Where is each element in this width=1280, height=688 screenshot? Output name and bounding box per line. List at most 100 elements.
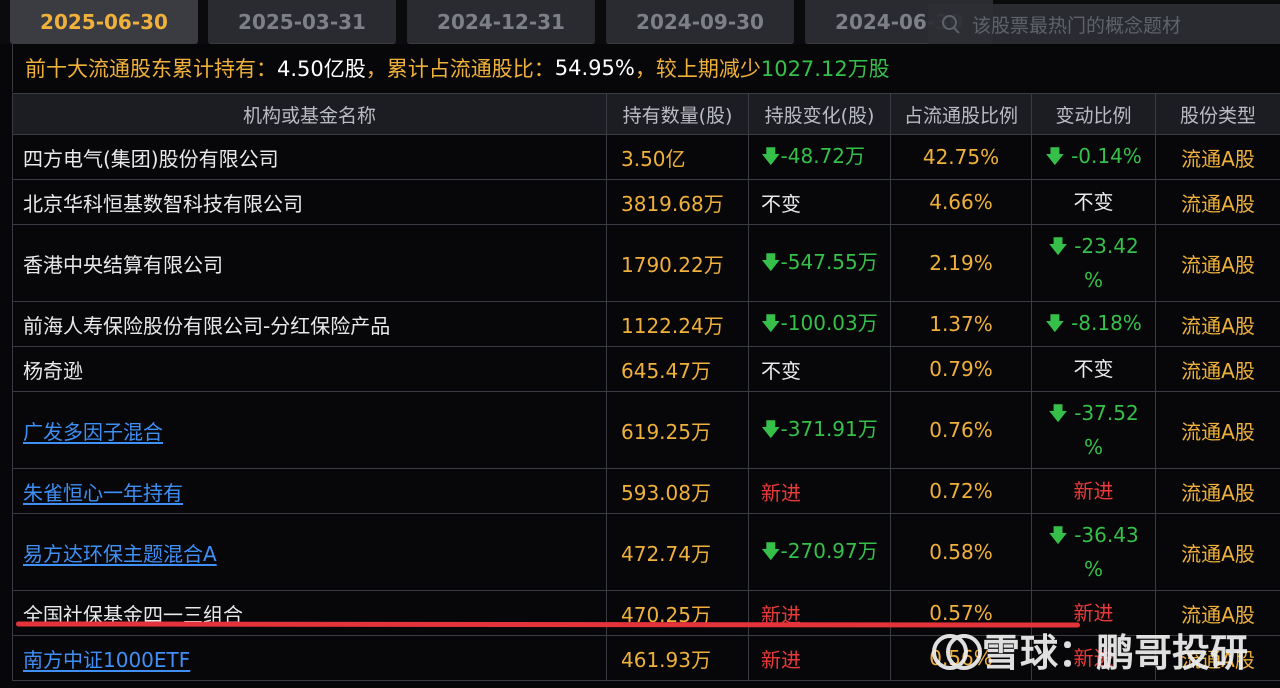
holder-name: 四方电气(集团)股份有限公司 <box>12 134 607 180</box>
holder-change-ratio: 🡇 -37.52% <box>1031 391 1156 469</box>
holder-name: 杨奇逊 <box>12 346 607 392</box>
down-arrow-icon: 🡇 <box>761 312 781 335</box>
holder-change: 🡇-371.91万 <box>748 391 891 469</box>
holder-change: 🡇-547.55万 <box>748 224 891 302</box>
fund-link[interactable]: 广发多因子混合 <box>23 420 163 444</box>
holder-float-pct: 42.75% <box>890 134 1032 180</box>
table-row: 广发多因子混合 619.25万 🡇-371.91万 0.76% 🡇 -37.52… <box>12 391 1280 469</box>
fund-link[interactable]: 朱雀恒心一年持有 <box>23 481 183 505</box>
tab-2024-09-30[interactable]: 2024-09-30 <box>606 0 794 44</box>
holder-shares: 1122.24万 <box>606 301 749 347</box>
change-value: -48.72万 <box>780 143 866 168</box>
summary-total-ratio: 54.95% <box>554 56 635 80</box>
table-row: 四方电气(集团)股份有限公司 3.50亿 🡇-48.72万 42.75% 🡇 -… <box>12 134 1280 180</box>
summary-label-change: ，较上期减少 <box>634 57 761 81</box>
holder-change: 🡇-100.03万 <box>748 301 891 347</box>
table-row: 杨奇逊 645.47万 不变 0.79% 不变 流通A股 <box>12 346 1280 392</box>
holder-shares: 470.25万 <box>606 590 749 636</box>
search-icon <box>942 15 960 33</box>
holder-share-type: 流通A股 <box>1155 391 1280 469</box>
down-arrow-icon: 🡇 <box>1048 524 1068 547</box>
holder-float-pct: 0.79% <box>890 346 1032 392</box>
down-arrow-icon: 🡇 <box>761 540 781 563</box>
holder-share-type: 流通A股 <box>1155 179 1280 225</box>
holder-share-type: 流通A股 <box>1155 468 1280 514</box>
summary-label-total: 前十大流通股东累计持有： <box>25 57 277 81</box>
down-arrow-icon: 🡇 <box>1045 146 1065 168</box>
holder-change: 新进 <box>748 468 891 514</box>
holder-change: 🡇-270.97万 <box>748 513 891 591</box>
holder-name: 易方达环保主题混合A <box>12 513 607 591</box>
down-arrow-icon: 🡇 <box>761 145 781 168</box>
holder-change-ratio: 🡇 -36.43% <box>1031 513 1156 591</box>
holder-shares: 3.50亿 <box>606 134 749 180</box>
concept-search-box[interactable]: 该股票最热门的概念题材 <box>928 4 1280 44</box>
holder-change-ratio: 🡇 -8.18% <box>1031 301 1156 347</box>
ratio-unit: % <box>1083 556 1103 581</box>
holder-name: 南方中证1000ETF <box>12 635 607 681</box>
ratio-value: -36.43 <box>1074 522 1139 547</box>
holder-float-pct: 4.66% <box>890 179 1032 225</box>
fund-link[interactable]: 易方达环保主题混合A <box>23 542 217 566</box>
holder-name: 广发多因子混合 <box>12 391 607 469</box>
holder-shares: 3819.68万 <box>606 179 749 225</box>
holder-float-pct: 0.76% <box>890 391 1032 469</box>
header-change-ratio: 变动比例 <box>1031 93 1156 135</box>
holder-float-pct: 0.58% <box>890 513 1032 591</box>
ratio-unit: % <box>1083 267 1103 292</box>
watermark: 雪球：鹏哥投研 <box>930 622 1248 677</box>
holder-share-type: 流通A股 <box>1155 224 1280 302</box>
table-row: 北京华科恒基数智科技有限公司 3819.68万 不变 4.66% 不变 流通A股 <box>12 179 1280 225</box>
holder-float-pct: 1.37% <box>890 301 1032 347</box>
search-placeholder: 该股票最热门的概念题材 <box>972 14 1182 37</box>
holder-name: 前海人寿保险股份有限公司-分红保险产品 <box>12 301 607 347</box>
ratio-value: -23.42 <box>1074 233 1139 258</box>
tab-2025-06-30[interactable]: 2025-06-30 <box>10 0 198 44</box>
summary-change-shares: 1027.12万股 <box>760 57 890 81</box>
table-row: 易方达环保主题混合A 472.74万 🡇-270.97万 0.58% 🡇 -36… <box>12 513 1280 591</box>
tab-2024-12-31[interactable]: 2024-12-31 <box>407 0 595 44</box>
holder-shares: 619.25万 <box>606 391 749 469</box>
summary-total-shares: 4.50亿股 <box>277 57 366 81</box>
down-arrow-icon: 🡇 <box>761 251 781 274</box>
header-share-change: 持股变化(股) <box>748 93 891 135</box>
holder-shares: 472.74万 <box>606 513 749 591</box>
change-value: -371.91万 <box>780 416 878 441</box>
holder-change: 新进 <box>748 590 891 636</box>
change-value: -270.97万 <box>780 538 878 563</box>
ratio-value: -8.18% <box>1071 311 1142 335</box>
holder-change-ratio: 🡇 -23.42% <box>1031 224 1156 302</box>
holders-summary: 前十大流通股东累计持有： 4.50亿股 ，累计占流通股比： 54.95% ，较上… <box>12 44 1280 92</box>
holder-change-ratio: 新进 <box>1031 468 1156 514</box>
holder-name: 全国社保基金四一三组合 <box>12 590 607 636</box>
change-value: -547.55万 <box>780 249 878 274</box>
change-value: -100.03万 <box>780 310 878 335</box>
header-float-ratio: 占流通股比例 <box>890 93 1032 135</box>
holder-change: 不变 <box>748 179 891 225</box>
down-arrow-icon: 🡇 <box>1045 313 1065 335</box>
holder-shares: 461.93万 <box>606 635 749 681</box>
xueqiu-logo-icon <box>930 628 982 672</box>
ratio-value: -37.52 <box>1074 400 1139 425</box>
top-holders-table: 机构或基金名称 持有数量(股) 持股变化(股) 占流通股比例 变动比例 股份类型… <box>12 93 1280 681</box>
holder-shares: 593.08万 <box>606 468 749 514</box>
header-holder-name: 机构或基金名称 <box>12 93 607 135</box>
table-header-row: 机构或基金名称 持有数量(股) 持股变化(股) 占流通股比例 变动比例 股份类型 <box>12 93 1280 135</box>
table-row: 前海人寿保险股份有限公司-分红保险产品 1122.24万 🡇-100.03万 1… <box>12 301 1280 347</box>
fund-link[interactable]: 南方中证1000ETF <box>23 648 190 672</box>
down-arrow-icon: 🡇 <box>1048 402 1068 425</box>
header-share-type: 股份类型 <box>1155 93 1280 135</box>
down-arrow-icon: 🡇 <box>1048 235 1068 258</box>
watermark-text: 雪球：鹏哥投研 <box>982 631 1249 675</box>
holder-name: 北京华科恒基数智科技有限公司 <box>12 179 607 225</box>
holder-name: 香港中央结算有限公司 <box>12 224 607 302</box>
tab-2025-03-31[interactable]: 2025-03-31 <box>208 0 396 44</box>
holder-share-type: 流通A股 <box>1155 134 1280 180</box>
ratio-unit: % <box>1083 434 1103 459</box>
holder-change-ratio: 不变 <box>1031 179 1156 225</box>
holder-name: 朱雀恒心一年持有 <box>12 468 607 514</box>
table-row: 香港中央结算有限公司 1790.22万 🡇-547.55万 2.19% 🡇 -2… <box>12 224 1280 302</box>
holder-shares: 645.47万 <box>606 346 749 392</box>
holder-share-type: 流通A股 <box>1155 301 1280 347</box>
holder-change: 新进 <box>748 635 891 681</box>
